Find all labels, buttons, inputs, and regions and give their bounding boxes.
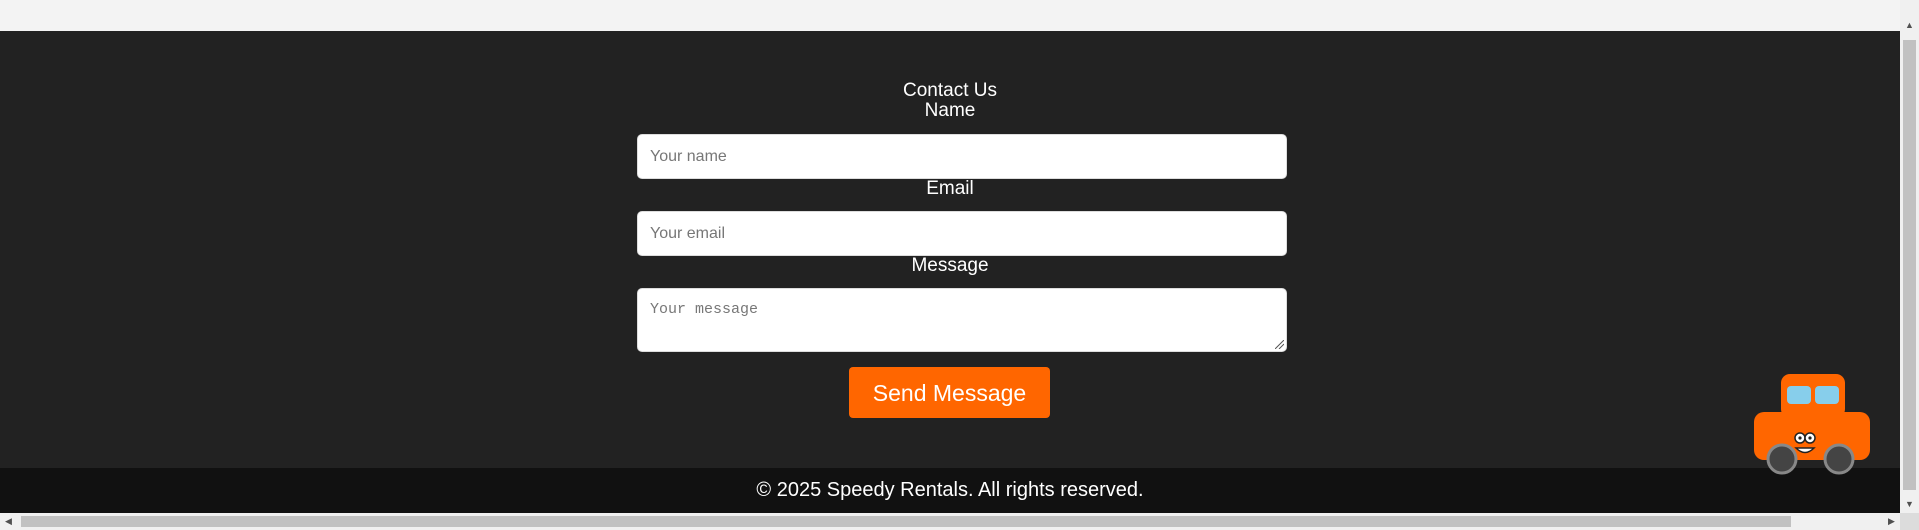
name-label: Name xyxy=(924,100,976,121)
message-textarea[interactable]: Your message xyxy=(637,288,1287,352)
contact-section: Contact Us Name Your name Email Your ema… xyxy=(0,31,1900,468)
resize-grip-icon[interactable] xyxy=(1275,340,1284,349)
vertical-scrollbar[interactable]: ▲ ▼ xyxy=(1900,0,1919,513)
car-mascot-icon[interactable] xyxy=(1754,372,1870,476)
email-label: Email xyxy=(926,178,974,199)
horizontal-scrollbar[interactable]: ◀ ▶ xyxy=(0,513,1900,530)
send-message-button[interactable]: Send Message xyxy=(849,367,1050,418)
scroll-left-icon[interactable]: ◀ xyxy=(0,513,17,530)
scroll-down-icon[interactable]: ▼ xyxy=(1900,496,1919,513)
scroll-up-icon[interactable]: ▲ xyxy=(1900,17,1919,34)
message-placeholder: Your message xyxy=(650,301,759,318)
copyright-text: © 2025 Speedy Rentals. All rights reserv… xyxy=(756,479,1144,501)
email-input[interactable]: Your email xyxy=(637,211,1287,256)
contact-title: Contact Us xyxy=(903,80,997,101)
message-label: Message xyxy=(911,255,989,276)
scrollbar-corner xyxy=(1900,513,1919,530)
top-strip xyxy=(0,0,1900,31)
scroll-right-icon[interactable]: ▶ xyxy=(1883,513,1900,530)
vertical-scroll-thumb[interactable] xyxy=(1903,40,1916,490)
horizontal-scroll-thumb[interactable] xyxy=(21,516,1791,527)
footer: © 2025 Speedy Rentals. All rights reserv… xyxy=(0,468,1900,513)
name-input[interactable]: Your name xyxy=(637,134,1287,179)
